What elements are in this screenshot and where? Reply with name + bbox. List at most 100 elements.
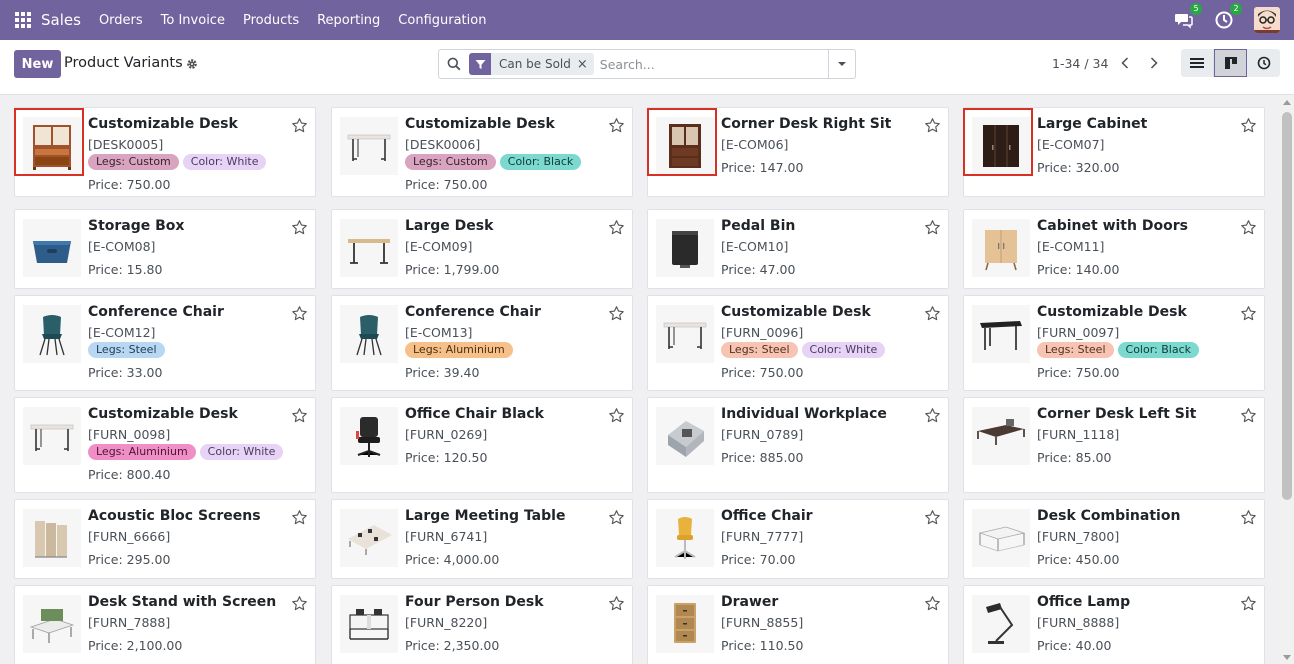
- product-card[interactable]: Conference Chair [E-COM12] Legs: Steel Pric…: [14, 295, 316, 391]
- favorite-star-icon[interactable]: [924, 305, 941, 326]
- pager-value[interactable]: 1-34 / 34: [1052, 56, 1108, 71]
- product-name: Customizable Desk: [721, 304, 871, 320]
- favorite-star-icon[interactable]: [608, 305, 625, 326]
- new-button[interactable]: New: [14, 50, 61, 78]
- menu-orders[interactable]: Orders: [99, 13, 143, 28]
- product-card[interactable]: Customizable Desk [FURN_0097] Legs: Steel C…: [963, 295, 1265, 391]
- product-image: [23, 117, 81, 175]
- product-card[interactable]: Four Person Desk [FURN_8220] Price: 2,350.…: [331, 585, 633, 664]
- product-card[interactable]: Large Cabinet [E-COM07] Price: 320.00: [963, 107, 1265, 197]
- facet-label: Can be Sold: [499, 57, 571, 71]
- favorite-star-icon[interactable]: [291, 305, 308, 326]
- scroll-up-icon[interactable]: [1283, 100, 1291, 105]
- favorite-star-icon[interactable]: [924, 407, 941, 428]
- product-reference: [E-COM10]: [721, 239, 789, 254]
- product-price: Price: 40.00: [1037, 638, 1112, 653]
- product-card[interactable]: Office Lamp [FURN_8888] Price: 40.00: [963, 585, 1265, 664]
- product-reference: [DESK0006]: [405, 137, 481, 152]
- product-card[interactable]: Drawer [FURN_8855] Price: 110.50: [647, 585, 949, 664]
- favorite-star-icon[interactable]: [291, 595, 308, 616]
- product-reference: [FURN_6666]: [88, 529, 171, 544]
- page-title: Product Variants: [64, 55, 183, 71]
- pager-previous-button[interactable]: [1110, 49, 1140, 77]
- vertical-scrollbar[interactable]: [1280, 96, 1294, 664]
- product-price: Price: 33.00: [88, 365, 163, 380]
- favorite-star-icon[interactable]: [1240, 595, 1257, 616]
- product-card[interactable]: Large Meeting Table [FURN_6741] Price: 4,0…: [331, 499, 633, 579]
- favorite-star-icon[interactable]: [1240, 509, 1257, 530]
- product-card[interactable]: Storage Box [E-COM08] Price: 15.80: [14, 209, 316, 289]
- product-card[interactable]: Corner Desk Right Sit [E-COM06] Price: 147…: [647, 107, 949, 197]
- product-card[interactable]: Customizable Desk [FURN_0096] Legs: Steel C…: [647, 295, 949, 391]
- product-card[interactable]: Customizable Desk [DESK0005] Legs: Custom C…: [14, 107, 316, 197]
- gear-icon[interactable]: [186, 58, 198, 74]
- product-card[interactable]: Customizable Desk [FURN_0098] Legs: Alumin…: [14, 397, 316, 493]
- product-card[interactable]: Office Chair Black [FURN_0269] Price: 120.…: [331, 397, 633, 493]
- product-card[interactable]: Acoustic Bloc Screens [FURN_6666] Price: 2…: [14, 499, 316, 579]
- favorite-star-icon[interactable]: [608, 407, 625, 428]
- product-card[interactable]: Pedal Bin [E-COM10] Price: 47.00: [647, 209, 949, 289]
- favorite-star-icon[interactable]: [1240, 407, 1257, 428]
- app-name[interactable]: Sales: [41, 11, 81, 29]
- favorite-star-icon[interactable]: [1240, 305, 1257, 326]
- product-reference: [FURN_0097]: [1037, 325, 1120, 340]
- favorite-star-icon[interactable]: [924, 595, 941, 616]
- favorite-star-icon[interactable]: [924, 117, 941, 138]
- favorite-star-icon[interactable]: [608, 117, 625, 138]
- product-card[interactable]: Desk Stand with Screen [FURN_7888] Price: …: [14, 585, 316, 664]
- favorite-star-icon[interactable]: [291, 407, 308, 428]
- favorite-star-icon[interactable]: [608, 509, 625, 530]
- product-image: [340, 305, 398, 363]
- product-card[interactable]: Conference Chair [E-COM13] Legs: Aluminium…: [331, 295, 633, 391]
- activities-clock-icon[interactable]: 2: [1214, 3, 1242, 30]
- favorite-star-icon[interactable]: [1240, 219, 1257, 240]
- product-name: Storage Box: [88, 218, 185, 234]
- variant-tag: Color: White: [182, 154, 267, 170]
- favorite-star-icon[interactable]: [608, 219, 625, 240]
- favorite-star-icon[interactable]: [291, 219, 308, 240]
- kanban-view-button[interactable]: [1214, 49, 1247, 77]
- product-card[interactable]: Desk Combination [FURN_7800] Price: 450.00: [963, 499, 1265, 579]
- product-reference: [FURN_8888]: [1037, 615, 1120, 630]
- search-facet: Can be Sold ×: [469, 53, 594, 75]
- scroll-down-icon[interactable]: [1283, 655, 1291, 660]
- product-price: Price: 750.00: [405, 177, 488, 192]
- app-menu-icon[interactable]: [15, 12, 31, 28]
- view-switcher: [1181, 49, 1280, 77]
- menu-to-invoice[interactable]: To Invoice: [161, 13, 225, 28]
- product-price: Price: 2,100.00: [88, 638, 183, 653]
- facet-remove-icon[interactable]: ×: [577, 57, 594, 72]
- product-price: Price: 2,350.00: [405, 638, 500, 653]
- favorite-star-icon[interactable]: [608, 595, 625, 616]
- menu-products[interactable]: Products: [243, 13, 299, 28]
- product-card[interactable]: Customizable Desk [DESK0006] Legs: Custom C…: [331, 107, 633, 197]
- product-price: Price: 1,799.00: [405, 262, 500, 277]
- favorite-star-icon[interactable]: [1240, 117, 1257, 138]
- product-card[interactable]: Individual Workplace [FURN_0789] Price: 88…: [647, 397, 949, 493]
- pager-next-button[interactable]: [1139, 49, 1169, 77]
- search-input[interactable]: [599, 51, 828, 77]
- favorite-star-icon[interactable]: [291, 509, 308, 530]
- variant-tags: Legs: Aluminium Color: White: [88, 444, 287, 460]
- product-reference: [E-COM08]: [88, 239, 156, 254]
- menu-reporting[interactable]: Reporting: [317, 13, 380, 28]
- product-card[interactable]: Corner Desk Left Sit [FURN_1118] Price: 85…: [963, 397, 1265, 493]
- user-avatar[interactable]: [1254, 7, 1280, 33]
- product-name: Large Meeting Table: [405, 508, 566, 524]
- product-reference: [FURN_0789]: [721, 427, 804, 442]
- product-card[interactable]: Cabinet with Doors [E-COM11] Price: 140.00: [963, 209, 1265, 289]
- activity-view-button[interactable]: [1247, 49, 1280, 77]
- favorite-star-icon[interactable]: [924, 219, 941, 240]
- variant-tag: Legs: Aluminium: [88, 444, 196, 460]
- list-view-button[interactable]: [1181, 49, 1214, 77]
- product-price: Price: 4,000.00: [405, 552, 500, 567]
- menu-configuration[interactable]: Configuration: [398, 13, 486, 28]
- product-card[interactable]: Large Desk [E-COM09] Price: 1,799.00: [331, 209, 633, 289]
- messages-icon[interactable]: 5: [1174, 3, 1202, 30]
- search-icon[interactable]: [439, 57, 469, 71]
- favorite-star-icon[interactable]: [924, 509, 941, 530]
- favorite-star-icon[interactable]: [291, 117, 308, 138]
- product-card[interactable]: Office Chair [FURN_7777] Price: 70.00: [647, 499, 949, 579]
- search-options-toggle[interactable]: [828, 50, 855, 78]
- scrollbar-thumb[interactable]: [1282, 112, 1292, 500]
